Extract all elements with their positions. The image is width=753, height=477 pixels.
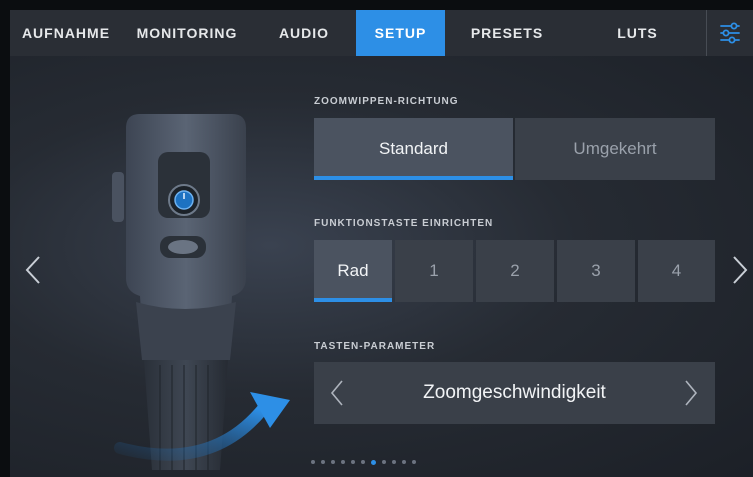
page-dot[interactable] xyxy=(382,460,386,464)
page-indicator xyxy=(311,459,416,465)
page-dot[interactable] xyxy=(311,460,315,464)
function-button-4[interactable]: 4 xyxy=(638,240,715,302)
function-button-label: FUNKTIONSTASTE EINRICHTEN xyxy=(314,218,494,229)
next-page-arrow-icon[interactable] xyxy=(731,255,749,285)
page-dot[interactable] xyxy=(392,460,396,464)
selection-indicator xyxy=(314,176,513,180)
chevron-left-icon[interactable] xyxy=(330,379,344,407)
function-button-rad[interactable]: Rad xyxy=(314,240,392,302)
zoom-direction-standard-button[interactable]: Standard xyxy=(314,118,513,180)
function-button-2[interactable]: 2 xyxy=(476,240,554,302)
tab-monitoring[interactable]: MONITORING xyxy=(122,10,252,56)
function-button-3[interactable]: 3 xyxy=(557,240,635,302)
zoom-direction-label: ZOOMWIPPEN-RICHTUNG xyxy=(314,96,459,107)
function-button-2-label: 2 xyxy=(510,261,520,280)
page-dot[interactable] xyxy=(412,460,416,464)
page-dot[interactable] xyxy=(351,460,355,464)
chevron-right-icon[interactable] xyxy=(684,379,698,407)
tab-setup[interactable]: SETUP xyxy=(356,10,445,56)
settings-button[interactable] xyxy=(706,10,753,56)
function-button-4-label: 4 xyxy=(671,261,682,280)
page-dot[interactable] xyxy=(341,460,345,464)
function-button-1[interactable]: 1 xyxy=(395,240,473,302)
page-dot[interactable] xyxy=(402,460,406,464)
function-button-3-label: 3 xyxy=(591,261,601,280)
page-dot-active[interactable] xyxy=(371,459,376,465)
zoom-direction-reversed-label: Umgekehrt xyxy=(573,139,657,158)
previous-page-arrow-icon[interactable] xyxy=(24,255,42,285)
tab-presets[interactable]: PRESETS xyxy=(445,10,569,56)
button-parameter-label: TASTEN-PARAMETER xyxy=(314,341,436,352)
sliders-icon xyxy=(720,22,740,44)
tab-bar: AUFNAHME MONITORING AUDIO SETUP PRESETS … xyxy=(10,10,753,56)
page-dot[interactable] xyxy=(321,460,325,464)
zoom-handle-illustration xyxy=(112,114,290,470)
tab-aufnahme[interactable]: AUFNAHME xyxy=(10,10,122,56)
button-parameter-value: Zoomgeschwindigkeit xyxy=(423,382,606,403)
zoom-direction-reversed-button[interactable]: Umgekehrt xyxy=(515,118,715,180)
tab-audio[interactable]: AUDIO xyxy=(252,10,356,56)
function-button-1-label: 1 xyxy=(429,261,439,280)
button-parameter-selector: Zoomgeschwindigkeit xyxy=(314,362,715,424)
selection-indicator xyxy=(314,298,392,302)
page-dot[interactable] xyxy=(361,460,365,464)
page-dot[interactable] xyxy=(331,460,335,464)
function-button-rad-label: Rad xyxy=(337,261,369,280)
tab-luts[interactable]: LUTS xyxy=(569,10,706,56)
screen: AUFNAHME MONITORING AUDIO SETUP PRESETS … xyxy=(0,0,753,477)
zoom-direction-standard-label: Standard xyxy=(379,139,448,158)
